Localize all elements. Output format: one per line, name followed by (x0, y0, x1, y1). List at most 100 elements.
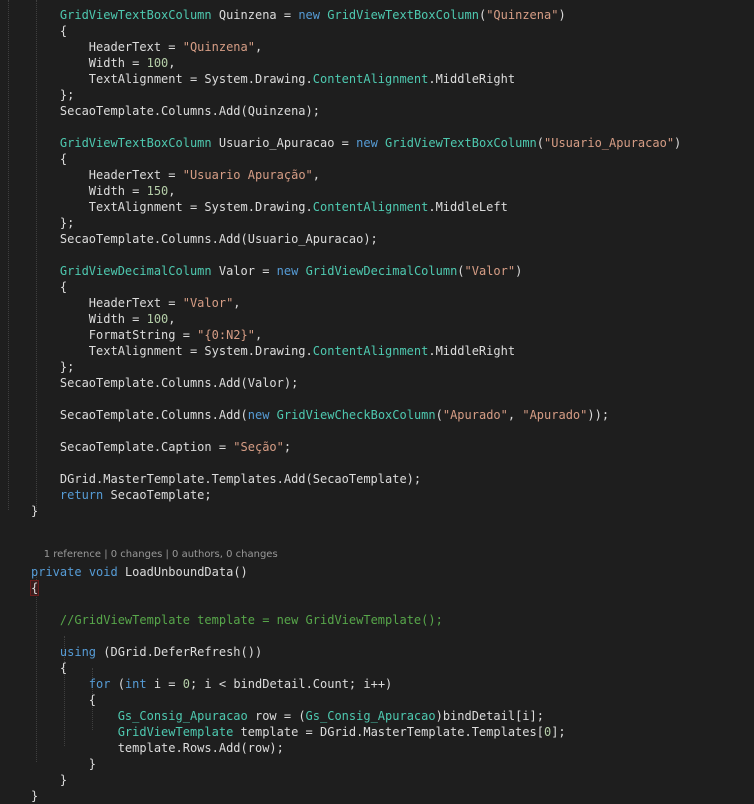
code-line[interactable]: HeaderText = "Valor", (31, 295, 241, 311)
code-token: { (29, 580, 40, 596)
code-line[interactable]: SecaoTemplate.Columns.Add(Quinzena); (31, 103, 320, 119)
code-token: //GridViewTemplate template = new GridVi… (59, 613, 443, 627)
code-token: int (124, 677, 147, 691)
code-token: "Apurado" (522, 408, 588, 422)
code-token: ( (457, 264, 465, 278)
code-line[interactable]: DGrid.MasterTemplate.Templates.Add(Secao… (31, 471, 421, 487)
code-line[interactable]: using (DGrid.DeferRefresh()) (31, 644, 262, 660)
code-line[interactable]: //GridViewTemplate template = new GridVi… (31, 612, 443, 628)
code-line[interactable]: GridViewTemplate template = DGrid.Master… (31, 724, 566, 740)
code-token: , (254, 328, 263, 342)
code-line[interactable]: FormatString = "{0:N2}", (31, 327, 262, 343)
code-token: DGrid.MasterTemplate.Templates.Add(Secao… (31, 472, 422, 486)
code-token: "Valor" (182, 296, 234, 310)
code-token: "Quinzena" (182, 40, 255, 54)
code-token: Width = (31, 184, 147, 198)
code-token: , (168, 184, 176, 198)
code-token: "Seção" (233, 440, 284, 454)
code-line[interactable]: SecaoTemplate.Columns.Add(Valor); (31, 375, 298, 391)
code-line[interactable]: Width = 100, (31, 311, 176, 327)
codelens-authors[interactable]: 0 authors, 0 changes (172, 549, 278, 560)
code-token: }; (31, 216, 75, 230)
code-token: "Usuario Apuração" (182, 168, 313, 182)
code-line[interactable]: GridViewTextBoxColumn Usuario_Apuracao =… (31, 135, 681, 151)
code-token: Valor = (211, 264, 277, 278)
code-token: ContentAlignment (312, 72, 429, 86)
code-token: TextAlignment = System.Drawing. (31, 344, 313, 358)
code-token: row = ( (247, 709, 306, 723)
code-token: "Apurado" (442, 408, 508, 422)
code-line[interactable]: GridViewDecimalColumn Valor = new GridVi… (31, 263, 522, 279)
code-line[interactable]: Width = 100, (31, 55, 176, 71)
codelens-annotation[interactable]: 1 reference | 0 changes | 0 authors, 0 c… (31, 534, 278, 560)
codelens-references[interactable]: 1 reference (44, 549, 101, 560)
code-token: SecaoTemplate; (103, 488, 212, 502)
code-token: GridViewTextBoxColumn (59, 8, 212, 22)
code-token: GridViewTextBoxColumn (327, 8, 479, 22)
code-token: i = (146, 677, 183, 691)
code-line[interactable]: { (31, 23, 67, 39)
code-token: "Valor" (464, 264, 516, 278)
code-line[interactable]: HeaderText = "Usuario Apuração", (31, 167, 320, 183)
code-token: Gs_Consig_Apuracao (117, 709, 248, 723)
code-line[interactable]: } (31, 772, 67, 788)
code-line[interactable]: { (29, 580, 40, 596)
code-token: , (168, 312, 176, 326)
code-line[interactable]: { (31, 660, 67, 676)
code-token: private (31, 565, 82, 579)
code-line[interactable]: TextAlignment = System.Drawing.ContentAl… (31, 71, 515, 87)
code-editor[interactable]: 1 reference | 0 changes | 0 authors, 0 c… (0, 0, 754, 803)
code-line[interactable]: template.Rows.Add(row); (31, 740, 284, 756)
code-line[interactable]: private void LoadUnboundData() (31, 564, 248, 580)
code-token: ) (558, 8, 566, 22)
code-line[interactable]: } (31, 503, 38, 519)
code-line[interactable]: GridViewTextBoxColumn Quinzena = new Gri… (31, 7, 566, 23)
code-line[interactable]: }; (31, 215, 74, 231)
code-token: (DGrid.DeferRefresh()) (96, 645, 263, 659)
code-line[interactable]: HeaderText = "Quinzena", (31, 39, 262, 55)
code-token: { (31, 661, 68, 675)
code-line[interactable]: } (31, 788, 38, 804)
code-line[interactable]: SecaoTemplate.Caption = "Seção"; (31, 439, 291, 455)
code-token: 0 (182, 677, 190, 691)
code-token: Usuario_Apuracao = (211, 136, 357, 150)
code-token: ; i < bindDetail.Count; i++) (189, 677, 393, 691)
code-token: { (31, 280, 68, 294)
code-line[interactable]: for (int i = 0; i < bindDetail.Count; i+… (31, 676, 392, 692)
code-line[interactable]: { (31, 279, 67, 295)
code-line[interactable]: }; (31, 359, 74, 375)
code-line[interactable]: { (31, 151, 67, 167)
code-token: template = DGrid.MasterTemplate.Template… (233, 725, 544, 739)
code-token: { (31, 152, 68, 166)
code-line[interactable]: Gs_Consig_Apuracao row = (Gs_Consig_Apur… (31, 708, 544, 724)
code-token: "{0:N2}" (197, 328, 255, 342)
code-line[interactable]: SecaoTemplate.Columns.Add(Usuario_Apurac… (31, 231, 378, 247)
code-token: HeaderText = (31, 296, 183, 310)
code-token: }; (31, 88, 75, 102)
code-token: }; (31, 360, 75, 374)
code-token: "Usuario_Apuracao" (544, 136, 675, 150)
code-line[interactable]: Width = 150, (31, 183, 176, 199)
code-line[interactable]: }; (31, 87, 74, 103)
code-token: ) (674, 136, 682, 150)
code-token: } (31, 789, 39, 803)
code-token: new (247, 408, 270, 422)
code-token: , (254, 40, 263, 54)
code-line[interactable]: return SecaoTemplate; (31, 487, 212, 503)
code-line[interactable]: { (31, 692, 96, 708)
code-token: ContentAlignment (312, 200, 429, 214)
code-line[interactable]: TextAlignment = System.Drawing.ContentAl… (31, 343, 515, 359)
code-line[interactable]: } (31, 756, 96, 772)
code-token: "Quinzena" (486, 8, 559, 22)
code-line[interactable]: SecaoTemplate.Columns.Add(new GridViewCh… (31, 407, 609, 423)
code-token: 100 (146, 312, 169, 326)
code-token: GridViewTextBoxColumn (59, 136, 212, 150)
code-token: { (31, 24, 68, 38)
code-line[interactable]: TextAlignment = System.Drawing.ContentAl… (31, 199, 508, 215)
codelens-changes[interactable]: 0 changes (111, 549, 163, 560)
